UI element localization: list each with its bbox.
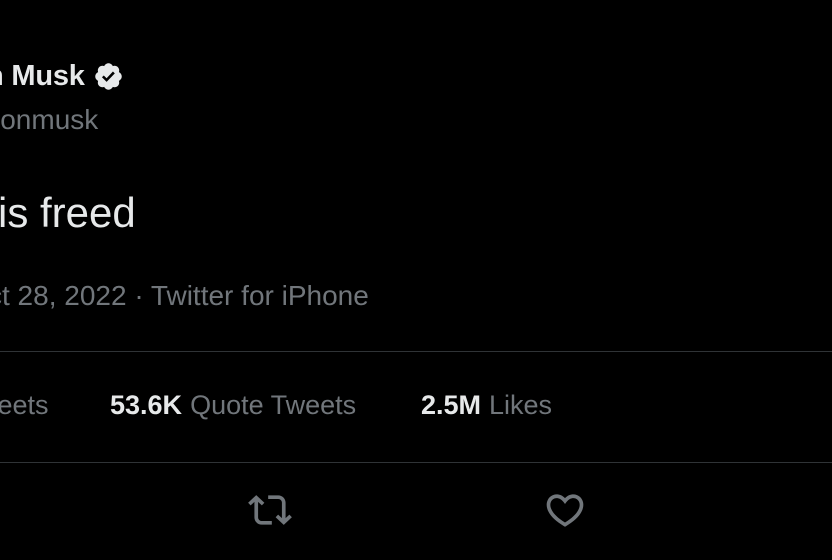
heart-icon (543, 488, 587, 537)
author-name-row: n Musk (0, 60, 124, 93)
like-button[interactable] (543, 490, 587, 534)
tweet-actions (0, 490, 832, 534)
retweet-icon (248, 488, 292, 537)
likes-label: Likes (489, 390, 553, 420)
author-display-name[interactable]: n Musk (0, 60, 85, 93)
quote-tweets-stat[interactable]: 53.6K Quote Tweets (110, 390, 356, 421)
divider-bottom (0, 462, 832, 463)
divider-top (0, 351, 832, 352)
retweets-stat[interactable]: weets (0, 390, 49, 421)
quote-tweets-label: Quote Tweets (190, 390, 357, 420)
tweet-timestamp-source[interactable]: ct 28, 2022 · Twitter for iPhone (0, 280, 369, 312)
verified-badge-icon (93, 61, 124, 92)
author-handle[interactable]: lonmusk (0, 104, 98, 136)
likes-stat[interactable]: 2.5M Likes (421, 390, 552, 421)
tweet-text: is freed (0, 189, 136, 236)
likes-count: 2.5M (421, 390, 482, 420)
quote-tweets-count: 53.6K (110, 390, 183, 420)
retweets-label: weets (0, 390, 49, 420)
retweet-button[interactable] (248, 490, 292, 534)
tweet-stats: weets 53.6K Quote Tweets 2.5M Likes (0, 390, 832, 426)
